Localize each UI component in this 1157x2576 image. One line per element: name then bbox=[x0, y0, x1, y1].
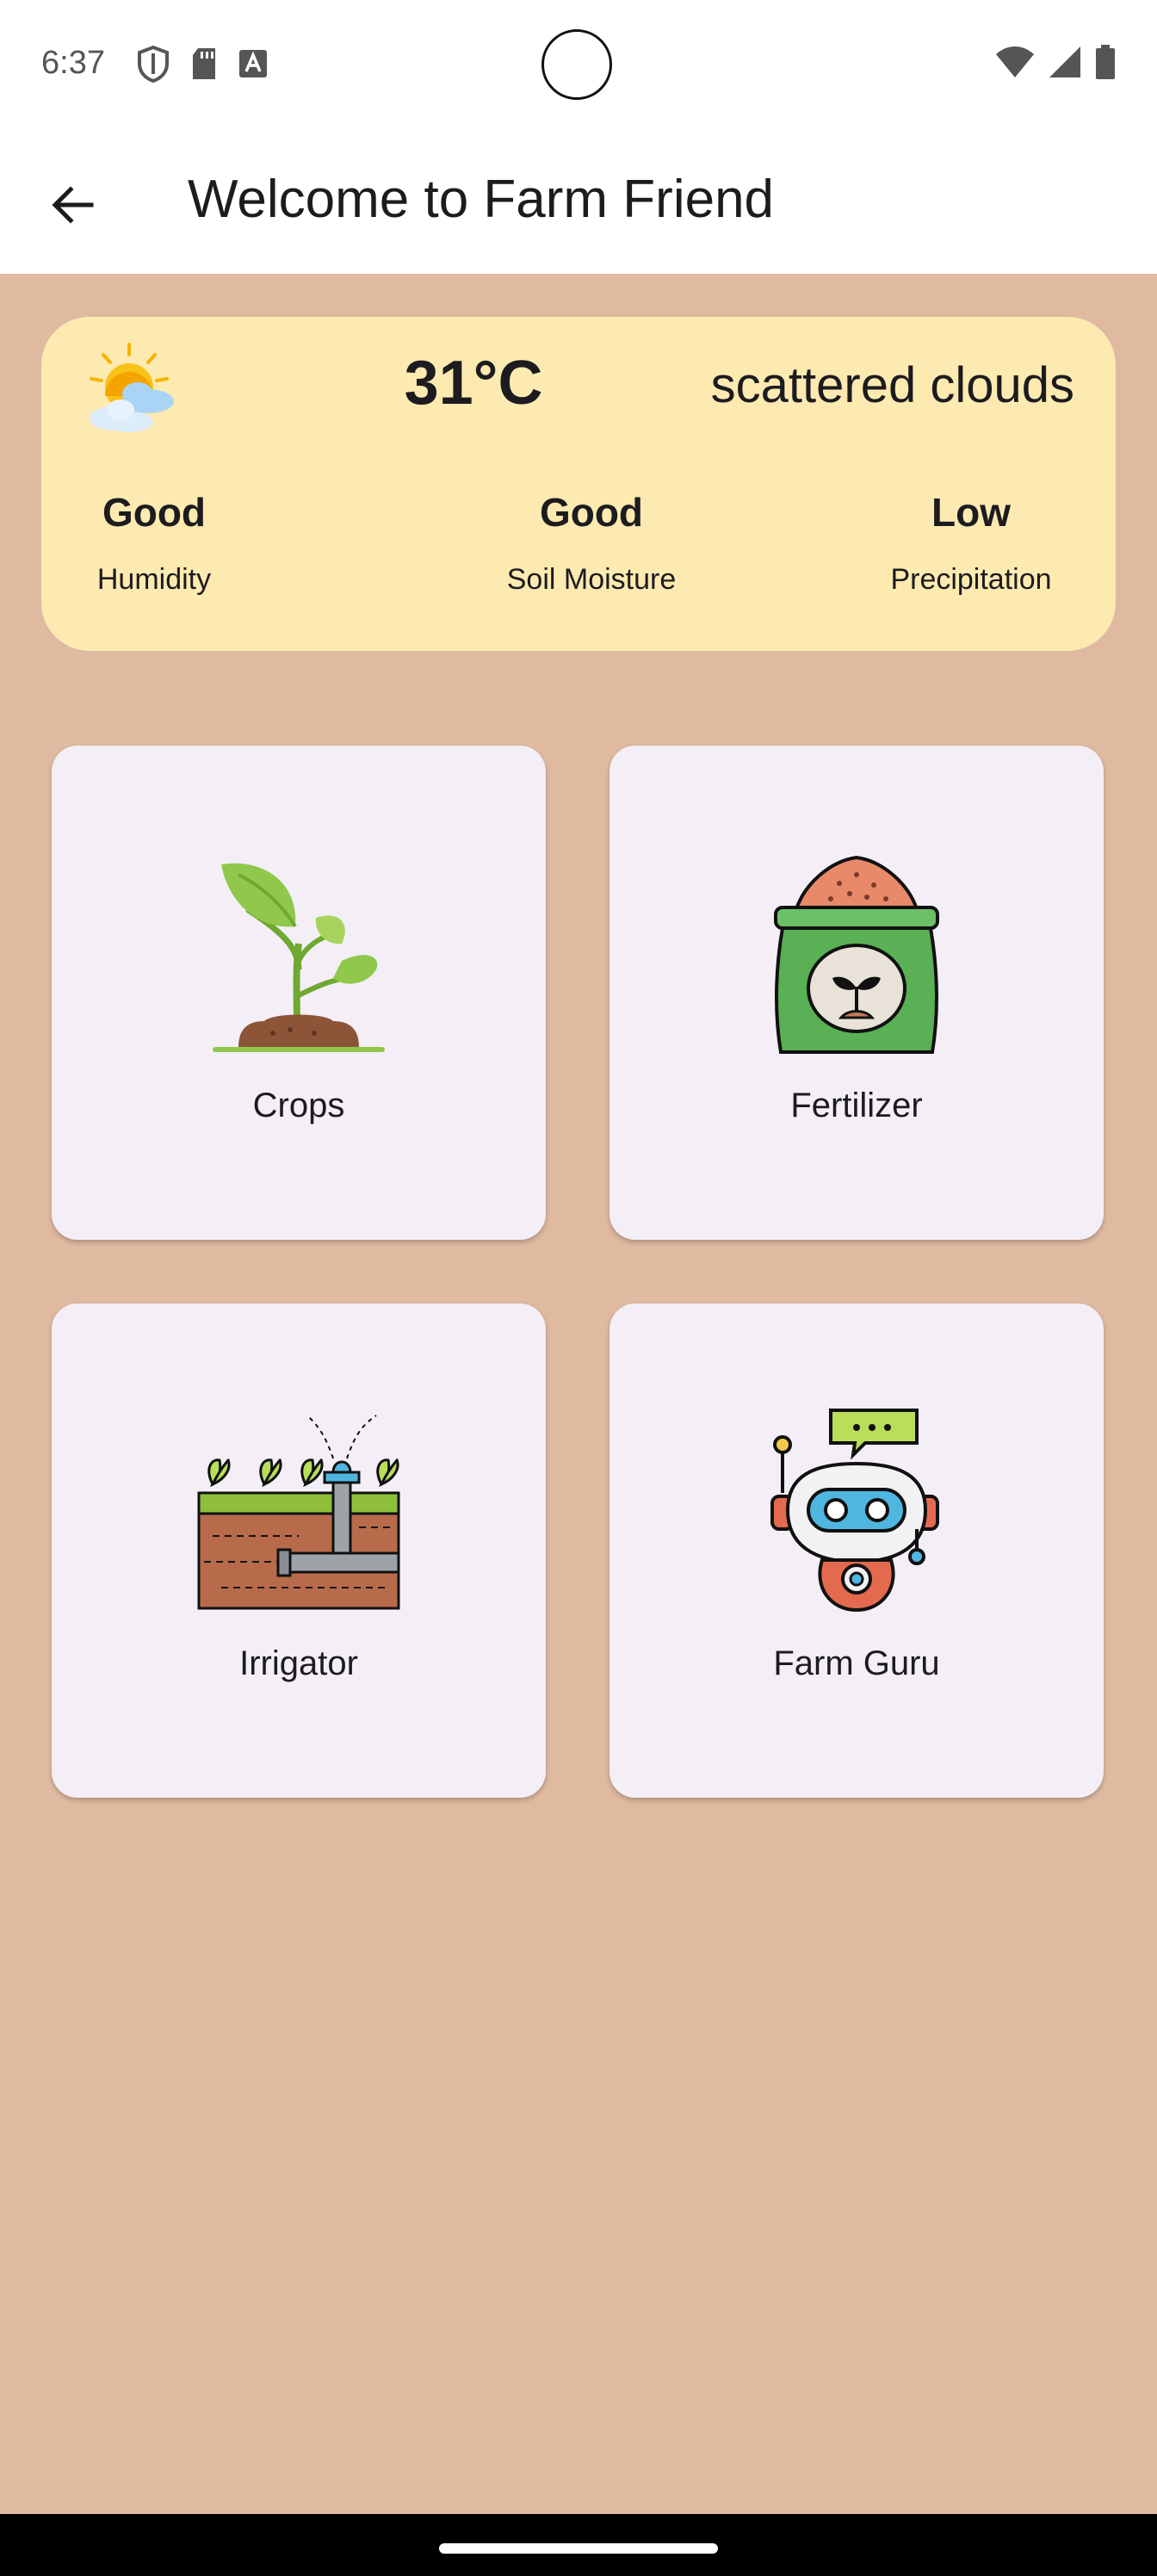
wifi-icon bbox=[996, 46, 1034, 77]
robot-chat-icon bbox=[770, 1409, 939, 1613]
tile-irrigator[interactable]: Irrigator bbox=[52, 1303, 546, 1798]
arrow-back-icon bbox=[52, 186, 94, 224]
shield-icon bbox=[138, 45, 169, 83]
stat-precipitation: Low Precipitation bbox=[868, 489, 1074, 597]
tile-fertilizer[interactable]: Fertilizer bbox=[609, 746, 1104, 1240]
status-bar: 6:37 bbox=[0, 0, 1157, 129]
tile-crops[interactable]: Crops bbox=[52, 746, 546, 1240]
weather-description: scattered clouds bbox=[710, 357, 1074, 413]
tile-label: Crops bbox=[252, 1087, 345, 1124]
app-bar: Welcome to Farm Friend bbox=[0, 129, 1157, 274]
back-button[interactable] bbox=[41, 174, 103, 236]
sprinkler-icon bbox=[197, 1415, 400, 1610]
tile-label: Irrigator bbox=[239, 1644, 358, 1682]
status-icons-left bbox=[136, 45, 269, 83]
fertilizer-bag-icon bbox=[774, 855, 939, 1054]
stat-soil-moisture: Good Soil Moisture bbox=[432, 489, 751, 597]
sd-card-icon bbox=[193, 48, 215, 79]
stat-label: Soil Moisture bbox=[506, 563, 677, 596]
navigation-bar bbox=[0, 2514, 1157, 2576]
home-indicator[interactable] bbox=[439, 2543, 718, 2554]
signal-icon bbox=[1049, 46, 1080, 77]
sprout-icon bbox=[213, 863, 385, 1052]
stat-humidity: Good Humidity bbox=[81, 489, 227, 597]
stat-label: Humidity bbox=[96, 563, 212, 596]
battery-icon bbox=[1096, 45, 1115, 79]
status-time: 6:37 bbox=[41, 45, 105, 81]
page-title: Welcome to Farm Friend bbox=[188, 170, 775, 229]
stat-label: Precipitation bbox=[890, 563, 1052, 596]
text-a-icon bbox=[239, 50, 267, 77]
stat-value: Good bbox=[102, 490, 207, 535]
camera-cutout bbox=[541, 29, 612, 100]
stat-value: Low bbox=[931, 490, 1011, 535]
tile-label: Fertilizer bbox=[790, 1087, 923, 1124]
tile-farmguru[interactable]: Farm Guru bbox=[609, 1303, 1104, 1798]
stat-value: Good bbox=[539, 490, 644, 535]
temperature: 31°C bbox=[404, 349, 543, 418]
weather-card: 31°C scattered clouds Good Humidity Good… bbox=[41, 317, 1116, 651]
tile-label: Farm Guru bbox=[773, 1644, 940, 1682]
status-icons-right bbox=[995, 45, 1116, 79]
sun-behind-clouds-icon bbox=[90, 343, 174, 432]
